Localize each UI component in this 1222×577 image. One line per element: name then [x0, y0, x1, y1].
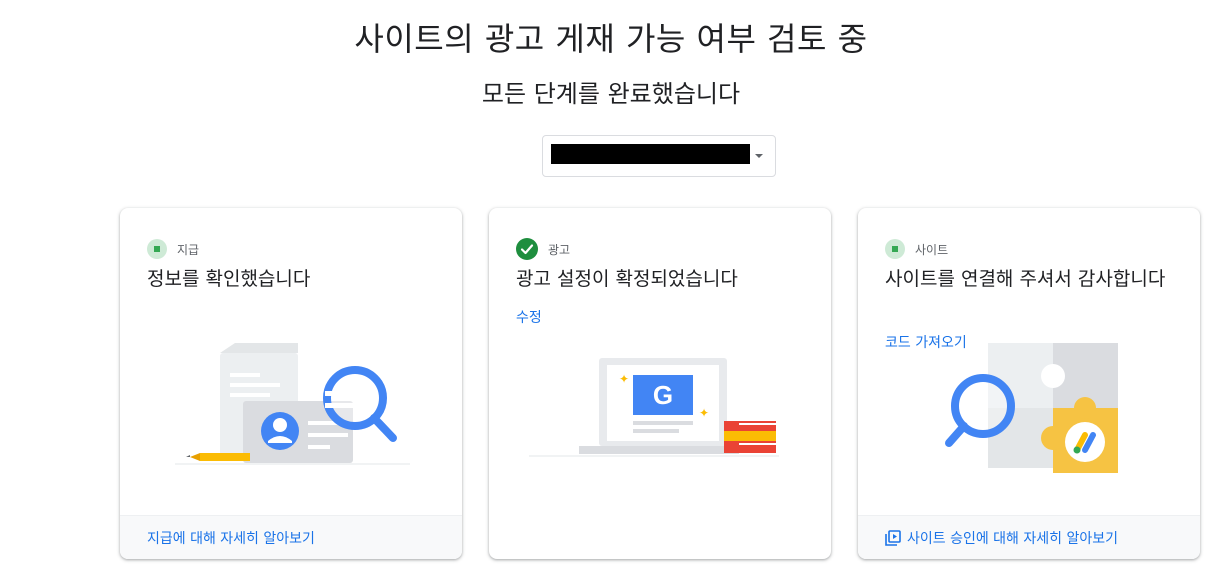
- id-card-magnifier-illustration: [175, 343, 410, 465]
- ads-headline: 광고 설정이 확정되었습니다: [516, 268, 738, 290]
- chevron-down-icon: [755, 154, 763, 158]
- payment-card: 지급 정보를 확인했습니다 지급에 대해 자세히 알아보기: [120, 208, 462, 559]
- site-status: 사이트: [885, 239, 948, 259]
- page-title: 사이트의 광고 게재 가능 여부 검토 중: [354, 20, 868, 58]
- video-library-icon: [885, 529, 901, 546]
- edit-ads-link[interactable]: 수정: [516, 307, 542, 327]
- svg-text:✦: ✦: [619, 372, 629, 386]
- ads-card: 광고 광고 설정이 확정되었습니다 수정 G ✦ ✦: [489, 208, 831, 559]
- payment-status: 지급: [147, 239, 199, 259]
- redacted-site-name: [551, 144, 750, 164]
- svg-text:G: G: [653, 380, 673, 410]
- green-square-status-icon: [147, 239, 167, 259]
- site-footer-text: 사이트 승인에 대해 자세히 알아보기: [907, 530, 1118, 547]
- site-selector-dropdown[interactable]: [542, 135, 776, 177]
- ads-status: 광고: [516, 238, 571, 260]
- site-card: 사이트 사이트를 연결해 주셔서 감사합니다 코드 가져오기 사이트 승인에 대…: [858, 208, 1200, 559]
- check-circle-icon: [516, 238, 538, 260]
- puzzle-magnifier-illustration: [945, 343, 1118, 473]
- page-subtitle: 모든 단계를 완료했습니다: [481, 80, 741, 108]
- site-headline: 사이트를 연결해 주셔서 감사합니다: [885, 268, 1166, 290]
- ads-status-label: 광고: [548, 242, 571, 257]
- payment-footer-text: 지급에 대해 자세히 알아보기: [147, 530, 315, 547]
- site-approval-learn-more-link[interactable]: 사이트 승인에 대해 자세히 알아보기: [858, 515, 1200, 559]
- payment-headline: 정보를 확인했습니다: [147, 268, 311, 290]
- svg-text:✦: ✦: [699, 406, 709, 420]
- payment-status-label: 지급: [177, 242, 200, 257]
- laptop-google-illustration: G ✦ ✦: [529, 358, 779, 457]
- payment-learn-more-link[interactable]: 지급에 대해 자세히 알아보기: [120, 515, 462, 559]
- site-status-label: 사이트: [915, 242, 949, 257]
- green-square-status-icon: [885, 239, 905, 259]
